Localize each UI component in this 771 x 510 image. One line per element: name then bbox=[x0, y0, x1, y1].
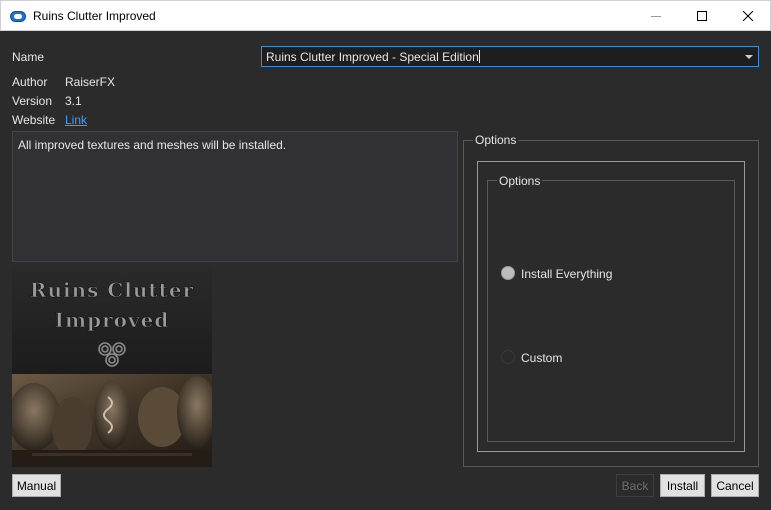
options-outer-title: Options bbox=[473, 133, 519, 147]
minimize-button[interactable] bbox=[633, 1, 679, 31]
minimize-icon bbox=[651, 16, 661, 17]
custom-label[interactable]: Custom bbox=[521, 351, 562, 365]
maximize-icon bbox=[697, 11, 707, 21]
back-button[interactable]: Back bbox=[616, 474, 654, 497]
website-link[interactable]: Link bbox=[65, 113, 87, 127]
options-inner-group bbox=[487, 180, 735, 442]
options-inner-title: Options bbox=[497, 174, 543, 188]
title-bar: Ruins Clutter Improved bbox=[0, 0, 771, 31]
name-dropdown[interactable]: Ruins Clutter Improved - Special Edition bbox=[261, 46, 759, 67]
version-label: Version bbox=[12, 94, 53, 108]
cancel-button[interactable]: Cancel bbox=[711, 474, 759, 497]
banner-artwork: Ruins Clutter Improved bbox=[12, 267, 212, 467]
manual-button[interactable]: Manual bbox=[12, 474, 61, 497]
close-button[interactable] bbox=[725, 1, 771, 31]
install-everything-label[interactable]: Install Everything bbox=[521, 267, 612, 281]
window-title: Ruins Clutter Improved bbox=[33, 9, 156, 23]
install-everything-radio[interactable] bbox=[501, 266, 515, 280]
maximize-button[interactable] bbox=[679, 1, 725, 31]
chevron-down-icon bbox=[745, 55, 753, 59]
banner-title-line1: Ruins Clutter bbox=[30, 278, 194, 302]
close-icon bbox=[743, 11, 753, 21]
text-caret bbox=[478, 50, 480, 63]
author-value: RaiserFX bbox=[65, 75, 116, 89]
cloud-icon bbox=[10, 11, 26, 22]
website-label: Website bbox=[12, 113, 56, 127]
author-label: Author bbox=[12, 75, 48, 89]
install-button[interactable]: Install bbox=[660, 474, 705, 497]
custom-radio[interactable] bbox=[501, 350, 515, 364]
mod-banner-image: Ruins Clutter Improved bbox=[12, 267, 212, 467]
description-box[interactable]: All improved textures and meshes will be… bbox=[12, 131, 458, 262]
name-value: Ruins Clutter Improved - Special Edition bbox=[266, 50, 479, 64]
description-text: All improved textures and meshes will be… bbox=[18, 138, 287, 152]
name-label: Name bbox=[12, 50, 45, 64]
banner-title-line2: Improved bbox=[55, 308, 170, 332]
version-value: 3.1 bbox=[65, 94, 82, 108]
